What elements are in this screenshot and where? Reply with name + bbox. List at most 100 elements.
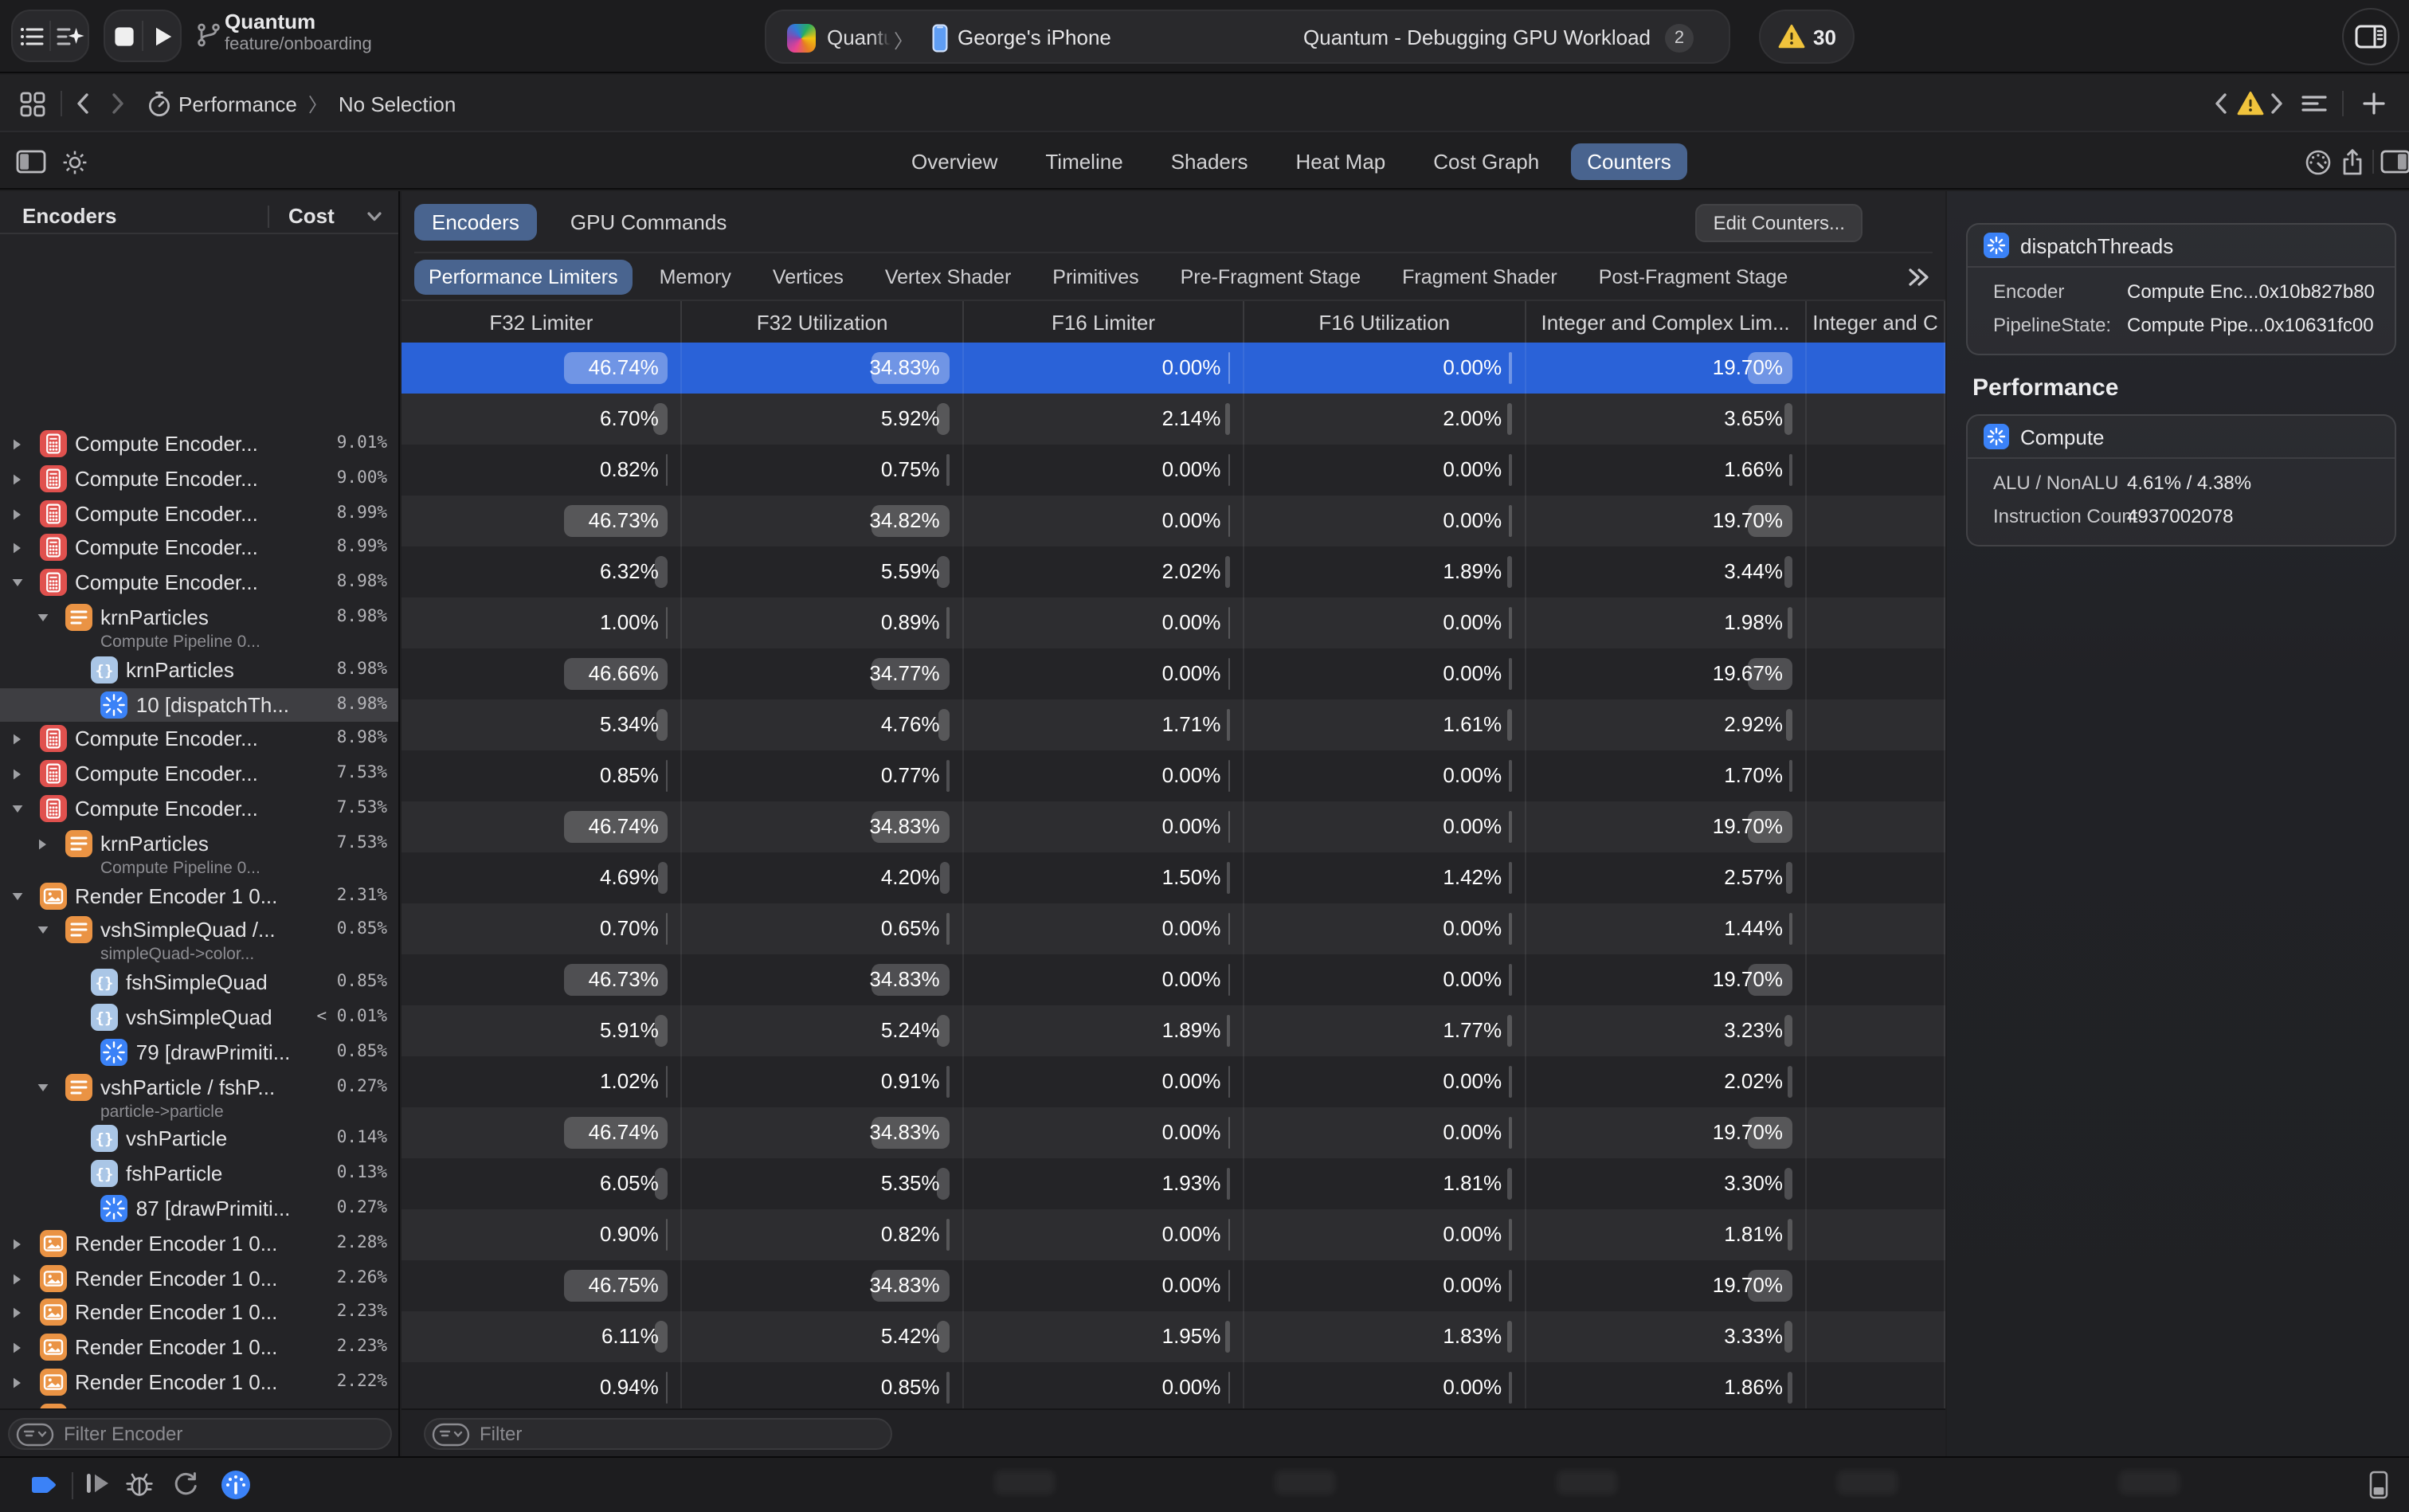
issues-pill[interactable]: 30 — [1759, 10, 1855, 64]
breadcrumb-selection[interactable]: No Selection — [339, 92, 456, 116]
breadcrumb-performance[interactable]: Performance — [178, 92, 297, 116]
debug-button[interactable] — [124, 1471, 155, 1498]
counter-row-2[interactable]: 6.70%5.92%2.14%2.00%3.65% — [402, 394, 1945, 445]
category-tab-performance-limiters[interactable]: Performance Limiters — [414, 259, 633, 294]
counter-row-6[interactable]: 1.00%0.89%0.00%0.00%1.98% — [402, 597, 1945, 648]
right-panel-toggle-button[interactable] — [2380, 134, 2409, 190]
column-header-1[interactable]: F32 Limiter — [402, 301, 683, 344]
encoder-row-render-encoder-1-0[interactable]: Render Encoder 1 0...2.23% — [0, 1296, 400, 1331]
counter-row-7[interactable]: 46.66%34.77%0.00%0.00%19.67% — [402, 648, 1945, 699]
disclosure-open-icon[interactable] — [10, 888, 25, 903]
category-tab-vertex-shader[interactable]: Vertex Shader — [871, 259, 1025, 294]
breakpoint-tag-button[interactable] — [29, 1472, 59, 1498]
next-issue-button[interactable] — [2267, 75, 2286, 132]
disclosure-closed-icon[interactable] — [10, 1236, 24, 1252]
category-tab-memory[interactable]: Memory — [645, 259, 746, 294]
disclosure-open-icon[interactable] — [35, 1079, 51, 1094]
forward-button[interactable] — [108, 75, 127, 132]
counter-row-8[interactable]: 5.34%4.76%1.71%1.61%2.92% — [402, 699, 1945, 750]
assistant-list-button[interactable] — [51, 10, 88, 62]
encoder-row-vshsimplequad[interactable]: {}vshSimpleQuad< 0.01% — [0, 1001, 400, 1036]
view-tab-counters[interactable]: Counters — [1571, 143, 1687, 180]
column-header-4[interactable]: F16 Utilization — [1244, 301, 1526, 344]
add-tab-button[interactable] — [2361, 75, 2387, 132]
disclosure-closed-icon[interactable] — [10, 1306, 24, 1322]
view-tab-shaders[interactable]: Shaders — [1155, 143, 1264, 180]
encoder-row-render-encoder-1-0[interactable]: Render Encoder 1 0...2.23% — [0, 1330, 400, 1365]
inspector-toggle-button[interactable] — [2342, 8, 2399, 65]
edit-counters-button[interactable]: Edit Counters... — [1696, 204, 1863, 242]
counter-row-4[interactable]: 46.73%34.82%0.00%0.00%19.70% — [402, 496, 1945, 546]
counter-row-15[interactable]: 1.02%0.91%0.00%0.00%2.02% — [402, 1056, 1945, 1107]
column-header-2[interactable]: F32 Utilization — [683, 301, 964, 344]
encoder-row-render-encoder-1-0[interactable]: Render Encoder 1 0...2.22% — [0, 1365, 400, 1400]
encoder-row-krnparticles[interactable]: {}krnParticles8.98% — [0, 653, 400, 688]
disclosure-open-icon[interactable] — [35, 923, 51, 938]
view-tab-cost-graph[interactable]: Cost Graph — [1417, 143, 1555, 180]
device-name[interactable]: George's iPhone — [958, 25, 1111, 49]
encoder-row-krnparticles[interactable]: krnParticles8.98%Compute Pipeline 0... — [0, 601, 400, 653]
counter-row-12[interactable]: 0.70%0.65%0.00%0.00%1.44% — [402, 903, 1945, 954]
encoder-row-render-encoder-1-0[interactable]: Render Encoder 1 0...2.28% — [0, 1227, 400, 1262]
encoder-row-compute-encoder[interactable]: Compute Encoder...9.01% — [0, 427, 400, 462]
disclosure-closed-icon[interactable] — [10, 1271, 24, 1287]
encoder-row-79-drawprimiti[interactable]: 79 [drawPrimiti...0.85% — [0, 1036, 400, 1071]
encoder-row-compute-encoder[interactable]: Compute Encoder...9.00% — [0, 462, 400, 497]
category-tab-primitives[interactable]: Primitives — [1038, 259, 1153, 294]
settings-button[interactable] — [61, 134, 89, 190]
sidebar-toggle-button[interactable] — [16, 134, 46, 190]
disclosure-closed-icon[interactable] — [35, 836, 49, 852]
counter-row-19[interactable]: 46.75%34.83%0.00%0.00%19.70% — [402, 1260, 1945, 1311]
disclosure-closed-icon[interactable] — [10, 541, 24, 557]
structure-list-button[interactable] — [13, 10, 49, 62]
back-button[interactable] — [73, 75, 92, 132]
view-tab-timeline[interactable]: Timeline — [1029, 143, 1138, 180]
encoder-row-vshparticle-fshp[interactable]: vshParticle / fshP...0.27%particle->part… — [0, 1070, 400, 1122]
category-tab-pre-fragment-stage[interactable]: Pre-Fragment Stage — [1166, 259, 1376, 294]
run-button[interactable] — [143, 10, 180, 62]
encoder-row-krnparticles[interactable]: krnParticles7.53%Compute Pipeline 0... — [0, 827, 400, 879]
filter-icon[interactable] — [432, 1422, 470, 1446]
encoder-row-fshsimplequad[interactable]: {}fshSimpleQuad0.85% — [0, 966, 400, 1001]
counter-row-21[interactable]: 0.94%0.85%0.00%0.00%1.86% — [402, 1362, 1945, 1413]
stop-button[interactable] — [105, 10, 142, 62]
encoder-row-vshsimplequad[interactable]: vshSimpleQuad /...0.85%simpleQuad->color… — [0, 914, 400, 966]
column-header-6[interactable]: Integer and C — [1807, 301, 1945, 344]
disclosure-closed-icon[interactable] — [10, 1375, 24, 1391]
scope-tab-gpu-commands[interactable]: GPU Commands — [553, 204, 745, 241]
encoder-row-render-encoder-1-0[interactable]: Render Encoder 1 0...2.26% — [0, 1261, 400, 1296]
share-button[interactable] — [2339, 134, 2366, 190]
column-header-3[interactable]: F16 Limiter — [964, 301, 1245, 344]
disclosure-closed-icon[interactable] — [10, 437, 24, 452]
disclosure-closed-icon[interactable] — [10, 506, 24, 522]
related-items-button[interactable] — [19, 75, 46, 132]
column-header-5[interactable]: Integer and Complex Lim... — [1526, 301, 1807, 344]
encoder-row-87-drawprimiti[interactable]: 87 [drawPrimiti...0.27% — [0, 1192, 400, 1227]
disclosure-closed-icon[interactable] — [10, 472, 24, 488]
counter-row-18[interactable]: 0.90%0.82%0.00%0.00%1.81% — [402, 1209, 1945, 1260]
counter-row-10[interactable]: 46.74%34.83%0.00%0.00%19.70% — [402, 801, 1945, 852]
disclosure-open-icon[interactable] — [10, 575, 25, 590]
counter-row-14[interactable]: 5.91%5.24%1.89%1.77%3.23% — [402, 1005, 1945, 1056]
disclosure-closed-icon[interactable] — [10, 732, 24, 748]
encoder-row-compute-encoder[interactable]: Compute Encoder...8.99% — [0, 531, 400, 566]
disclosure-closed-icon[interactable] — [10, 766, 24, 782]
replay-button[interactable] — [172, 1471, 199, 1498]
scope-tab-encoders[interactable]: Encoders — [414, 204, 537, 241]
tabs-overflow-button[interactable] — [1904, 266, 1933, 288]
encoder-row-10-dispatchth[interactable]: 10 [dispatchTh...8.98% — [0, 687, 400, 723]
counter-row-20[interactable]: 6.11%5.42%1.95%1.83%3.33% — [402, 1311, 1945, 1362]
scheme-device-pill[interactable]: Quantum 〉 George's iPhone Quantum - Debu… — [765, 10, 1730, 64]
encoder-row-compute-encoder[interactable]: Compute Encoder...8.99% — [0, 496, 400, 531]
counter-row-3[interactable]: 0.82%0.75%0.00%0.00%1.66% — [402, 445, 1945, 496]
view-tab-overview[interactable]: Overview — [895, 143, 1013, 180]
encoder-filter-input[interactable]: Filter Encoder — [8, 1418, 392, 1450]
category-tab-post-fragment-stage[interactable]: Post-Fragment Stage — [1584, 259, 1803, 294]
counter-row-17[interactable]: 6.05%5.35%1.93%1.81%3.30% — [402, 1158, 1945, 1209]
encoder-row-compute-encoder[interactable]: Compute Encoder...8.98% — [0, 566, 400, 601]
breadcrumb[interactable]: Performance 〉 No Selection — [178, 75, 456, 132]
disclosure-closed-icon[interactable] — [10, 1340, 24, 1356]
continue-button[interactable] — [83, 1471, 112, 1496]
counter-row-13[interactable]: 46.73%34.83%0.00%0.00%19.70% — [402, 954, 1945, 1005]
disclosure-open-icon[interactable] — [35, 610, 51, 625]
